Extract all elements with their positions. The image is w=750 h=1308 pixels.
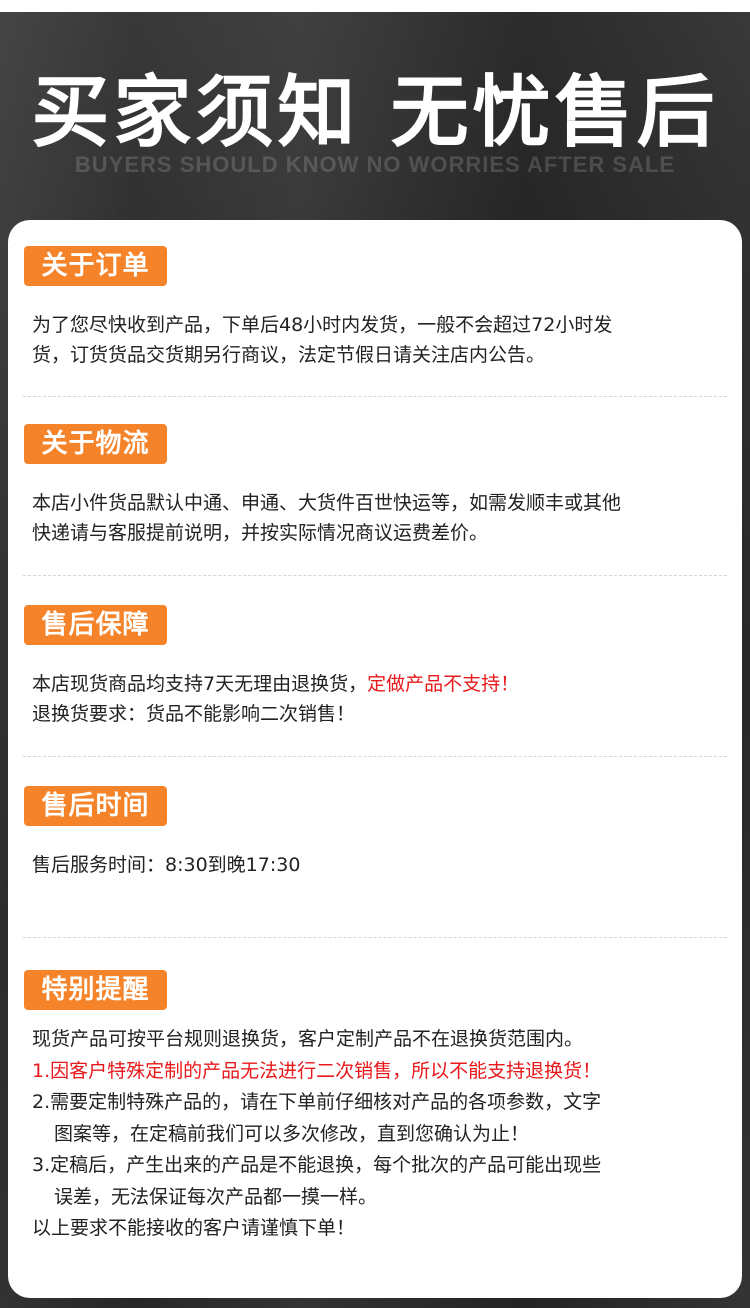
divider (23, 756, 727, 757)
top-strip (0, 0, 750, 12)
text-line: 图案等，在定稿前我们可以多次修改，直到您确认为止！ (54, 1122, 530, 1145)
page-subtitle: BUYERS SHOULD KNOW NO WORRIES AFTER SALE (74, 152, 676, 177)
text-line: 本店现货商品均支持7天无理由退换货，定做产品不支持！ (32, 669, 722, 699)
text-line: 退换货要求：货品不能影响二次销售！ (32, 703, 356, 725)
section-title-order: 关于订单 (24, 246, 167, 286)
text-line: 2.需要定制特殊产品的，请在下单前仔细核对产品的各项参数，文字 (32, 1091, 602, 1113)
section-text-order: 为了您尽快收到产品，下单后48小时内发货，一般不会超过72小时发 货，订货货品交… (32, 310, 722, 370)
divider (23, 575, 727, 576)
section-text-service-hours: 售后服务时间：8:30到晚17:30 (32, 850, 722, 880)
section-text-logistics: 本店小件货品默认中通、申通、大货件百世快运等，如需发顺丰或其他 快递请与客服提前… (32, 488, 722, 548)
section-title-logistics: 关于物流 (24, 424, 167, 464)
section-title-guarantee: 售后保障 (24, 605, 167, 645)
divider (23, 396, 727, 397)
section-title-service-hours: 售后时间 (24, 786, 167, 826)
text-line: 以上要求不能接收的客户请谨慎下单！ (32, 1217, 356, 1239)
text-line-warning: 1.因客户特殊定制的产品无法进行二次销售，所以不能支持退换货！ (32, 1059, 602, 1082)
divider (23, 937, 727, 938)
text-line: 快递请与客服提前说明，并按实际情况商议运费差价。 (32, 522, 489, 544)
text-line: 3.定稿后，产生出来的产品是不能退换，每个批次的产品可能出现些 (32, 1154, 602, 1176)
page-title: 买家须知 无忧售后 (31, 68, 719, 158)
text-line: 货，订货货品交货期另行商议，法定节假日请关注店内公告。 (32, 344, 546, 366)
guarantee-normal-text: 本店现货商品均支持7天无理由退换货， (32, 673, 368, 695)
text-line: 误差，无法保证每次产品都一摸一样。 (54, 1185, 378, 1208)
text-line: 售后服务时间：8:30到晚17:30 (32, 854, 301, 876)
section-text-guarantee: 本店现货商品均支持7天无理由退换货，定做产品不支持！ 退换货要求：货品不能影响二… (32, 669, 722, 729)
notice-card: 关于订单 为了您尽快收到产品，下单后48小时内发货，一般不会超过72小时发 货，… (8, 220, 742, 1298)
section-title-reminder: 特别提醒 (24, 970, 167, 1010)
text-line: 本店小件货品默认中通、申通、大货件百世快运等，如需发顺丰或其他 (32, 492, 622, 514)
guarantee-warning-text: 定做产品不支持！ (367, 673, 520, 695)
text-line: 为了您尽快收到产品，下单后48小时内发货，一般不会超过72小时发 (32, 314, 613, 336)
text-line: 现货产品可按平台规则退换货，客户定制产品不在退换货范围内。 (32, 1028, 584, 1050)
section-text-reminder: 现货产品可按平台规则退换货，客户定制产品不在退换货范围内。 1.因客户特殊定制的… (32, 1024, 722, 1245)
